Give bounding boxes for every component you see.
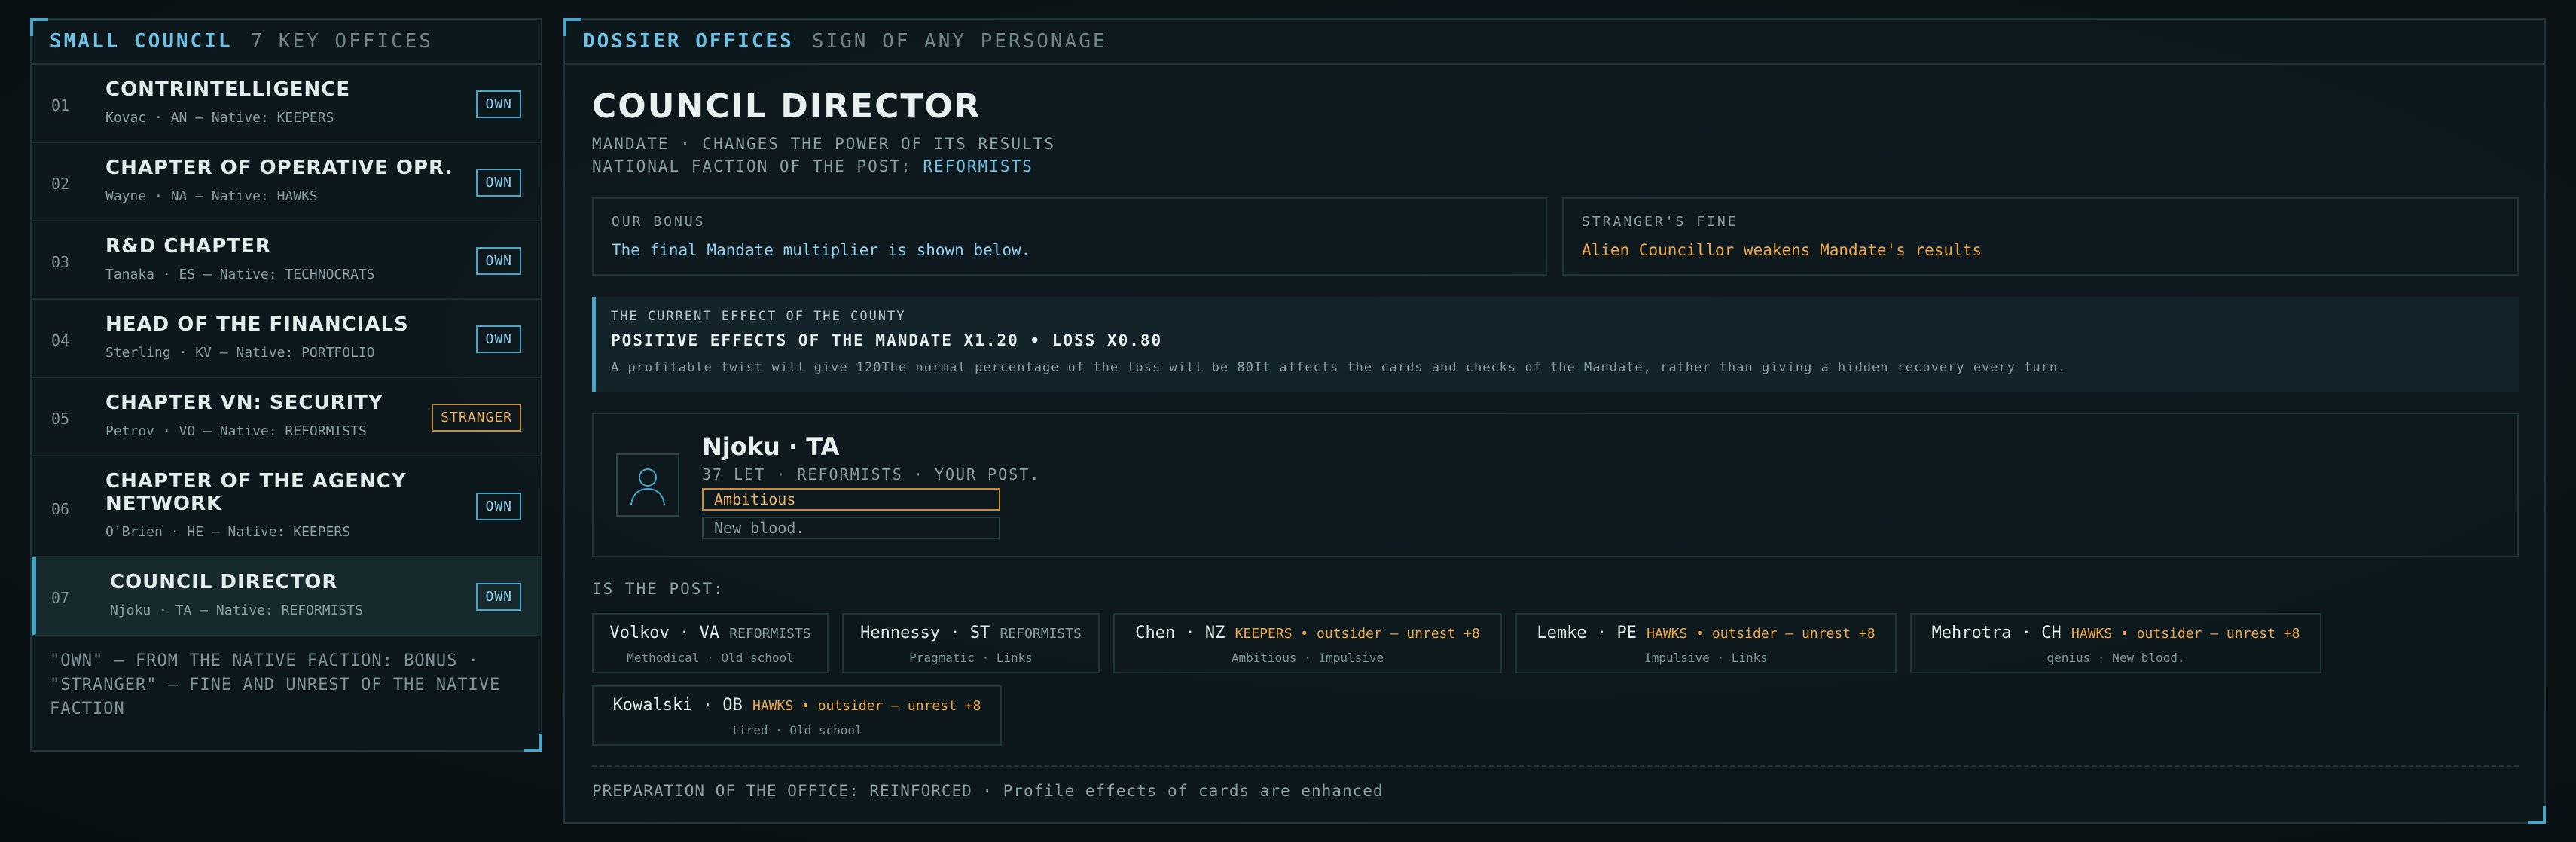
- candidate-name: Volkov · VA: [609, 624, 720, 642]
- page-title: COUNCIL DIRECTOR: [592, 87, 981, 126]
- current-holder-card: Njoku · TA 37 LET · REFORMISTS · YOUR PO…: [592, 413, 2519, 557]
- candidate-faction: KEEPERS • outsider — unrest +8: [1235, 626, 1480, 642]
- trait-tag: New blood.: [702, 517, 1000, 539]
- office-holder: Njoku · TA — Native: REFORMISTS: [110, 603, 363, 618]
- candidate-card[interactable]: Kowalski · OB HAWKS • outsider — unrest …: [592, 685, 1002, 746]
- bonus-label: OUR BONUS: [612, 214, 706, 230]
- office-holder: Kovac · AN — Native: KEEPERS: [105, 110, 334, 126]
- bonus-box: OUR BONUS The final Mandate multiplier i…: [592, 197, 1547, 276]
- office-item-03[interactable]: 03 R&D CHAPTER Tanaka · ES — Native: TEC…: [32, 221, 541, 300]
- office-number: 05: [51, 410, 70, 428]
- candidate-name: Kowalski · OB: [612, 696, 743, 715]
- office-title: R&D CHAPTER: [105, 235, 271, 258]
- status-badge: OWN: [476, 90, 521, 118]
- candidate-traits: tired · Old school: [731, 723, 862, 737]
- corner-bracket: [524, 734, 542, 752]
- candidate-name: Hennessy · ST: [860, 624, 990, 642]
- effect-headline: POSITIVE EFFECTS OF THE MANDATE X1.20 • …: [611, 331, 1163, 349]
- candidate-faction: HAWKS • outsider — unrest +8: [752, 698, 981, 714]
- candidate-traits: genius · New blood.: [2046, 651, 2185, 665]
- candidate-card[interactable]: Lemke · PE HAWKS • outsider — unrest +8 …: [1515, 613, 1897, 673]
- candidates-label: IS THE POST:: [592, 580, 725, 598]
- effect-description: A profitable twist will give 120The norm…: [611, 360, 2067, 375]
- office-item-06[interactable]: 06 CHAPTER OF THE AGENCY NETWORK O'Brien…: [32, 456, 541, 557]
- office-item-04[interactable]: 04 HEAD OF THE FINANCIALS Sterling · KV …: [32, 300, 541, 378]
- office-item-05[interactable]: 05 CHAPTER VN: SECURITY Petrov · VO — Na…: [32, 378, 541, 456]
- trait-tag: Ambitious: [702, 488, 1000, 511]
- office-title: CHAPTER OF THE AGENCY NETWORK: [105, 470, 407, 515]
- candidate-card[interactable]: Hennessy · ST REFORMISTS Pragmatic · Lin…: [842, 613, 1100, 673]
- effect-label: THE CURRENT EFFECT OF THE COUNTY: [611, 309, 906, 324]
- status-badge: OWN: [476, 583, 521, 611]
- candidate-traits: Pragmatic · Links: [909, 651, 1033, 665]
- office-title: CHAPTER OF OPERATIVE OPR.: [105, 157, 453, 179]
- office-number: 04: [51, 331, 70, 349]
- candidate-traits: Ambitious · Impulsive: [1231, 651, 1384, 665]
- office-item-02[interactable]: 02 CHAPTER OF OPERATIVE OPR. Wayne · NA …: [32, 143, 541, 221]
- candidate-faction: HAWKS • outsider — unrest +8: [1647, 626, 1876, 642]
- faction-line: NATIONAL FACTION OF THE POST: REFORMISTS: [592, 155, 1055, 178]
- panel-header: DOSSIER OFFICES SIGN OF ANY PERSONAGE: [565, 20, 2544, 65]
- office-title: CHAPTER VN: SECURITY: [105, 392, 383, 414]
- status-badge: OWN: [476, 325, 521, 353]
- panel-title: SMALL COUNCIL: [50, 30, 233, 53]
- corner-bracket: [30, 18, 48, 36]
- panel-subtitle: 7 KEY OFFICES: [250, 30, 433, 53]
- candidate-faction: REFORMISTS: [1000, 626, 1082, 642]
- mandate-line: MANDATE · CHANGES THE POWER OF ITS RESUL…: [592, 135, 1056, 153]
- office-title: HEAD OF THE FINANCIALS: [105, 313, 409, 336]
- dossier-panel: DOSSIER OFFICES SIGN OF ANY PERSONAGE CO…: [563, 18, 2546, 824]
- small-council-panel: SMALL COUNCIL 7 KEY OFFICES 01 CONTRINTE…: [30, 18, 542, 752]
- office-number: 06: [51, 500, 70, 518]
- fine-text: Alien Councillor weakens Mandate's resul…: [1582, 241, 1982, 259]
- office-number: 03: [51, 253, 70, 271]
- office-number: 01: [51, 96, 70, 114]
- office-holder: Tanaka · ES — Native: TECHNOCRATS: [105, 267, 375, 282]
- avatar: [616, 453, 679, 517]
- office-item-07[interactable]: 07 COUNCIL DIRECTOR Njoku · TA — Native:…: [32, 557, 541, 636]
- office-holder: Sterling · KV — Native: PORTFOLIO: [105, 345, 375, 361]
- holder-name: Njoku · TA: [702, 432, 840, 461]
- mandate-info: MANDATE · CHANGES THE POWER OF ITS RESUL…: [592, 133, 1055, 178]
- candidate-faction: REFORMISTS: [729, 626, 811, 642]
- office-title: CONTRINTELLIGENCE: [105, 78, 351, 101]
- candidate-name: Lemke · PE: [1537, 624, 1637, 642]
- person-icon: [630, 468, 665, 505]
- candidate-traits: Methodical · Old school: [627, 651, 794, 665]
- legend-footnote: "OWN" — FROM THE NATIVE FACTION: BONUS ·…: [50, 651, 501, 718]
- office-holder: O'Brien · HE — Native: KEEPERS: [105, 524, 351, 540]
- panel-subtitle: SIGN OF ANY PERSONAGE: [811, 30, 1107, 53]
- holder-meta: 37 LET · REFORMISTS · YOUR POST.: [702, 465, 1041, 484]
- office-title: COUNCIL DIRECTOR: [110, 571, 338, 593]
- divider: [592, 765, 2519, 767]
- office-number: 02: [51, 175, 70, 193]
- panel-title: DOSSIER OFFICES: [583, 30, 794, 53]
- candidate-name: Chen · NZ: [1135, 624, 1225, 642]
- corner-bracket: [563, 18, 581, 36]
- office-item-01[interactable]: 01 CONTRINTELLIGENCE Kovac · AN — Native…: [32, 65, 541, 143]
- status-badge: OWN: [476, 493, 521, 520]
- fine-box: STRANGER'S FINE Alien Councillor weakens…: [1562, 197, 2519, 276]
- bonus-text: The final Mandate multiplier is shown be…: [612, 241, 1031, 259]
- candidate-traits: Impulsive · Links: [1644, 651, 1768, 665]
- candidate-faction: HAWKS • outsider — unrest +8: [2071, 626, 2300, 642]
- candidate-card[interactable]: Volkov · VA REFORMISTS Methodical · Old …: [592, 613, 829, 673]
- corner-bracket: [2528, 806, 2546, 824]
- status-badge: OWN: [476, 247, 521, 275]
- office-holder: Petrov · VO — Native: REFORMISTS: [105, 423, 367, 439]
- candidate-card[interactable]: Chen · NZ KEEPERS • outsider — unrest +8…: [1113, 613, 1502, 673]
- status-badge: OWN: [476, 169, 521, 197]
- preparation-status: PREPARATION OF THE OFFICE: REINFORCED · …: [592, 782, 1384, 800]
- office-number: 07: [51, 589, 70, 607]
- candidate-name: Mehrotra · CH: [1931, 624, 2062, 642]
- current-effect-box: THE CURRENT EFFECT OF THE COUNTY POSITIV…: [592, 297, 2519, 392]
- office-holder: Wayne · NA — Native: HAWKS: [105, 188, 318, 204]
- panel-header: SMALL COUNCIL 7 KEY OFFICES: [32, 20, 541, 65]
- candidate-card[interactable]: Mehrotra · CH HAWKS • outsider — unrest …: [1910, 613, 2321, 673]
- faction-value: REFORMISTS: [923, 157, 1033, 175]
- status-badge: STRANGER: [432, 404, 521, 432]
- faction-label: NATIONAL FACTION OF THE POST:: [592, 157, 912, 175]
- fine-label: STRANGER'S FINE: [1582, 214, 1738, 230]
